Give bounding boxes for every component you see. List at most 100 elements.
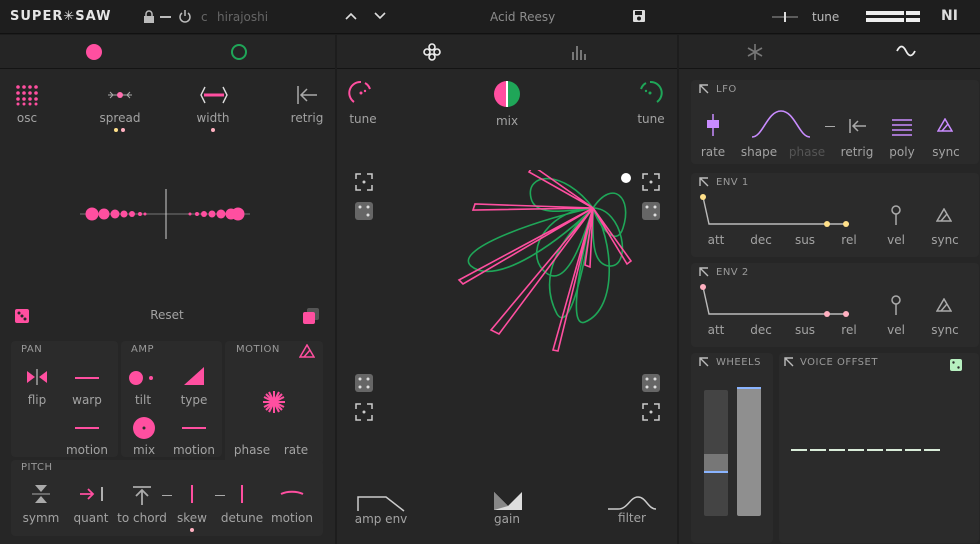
focus-frame-icon[interactable] (642, 403, 660, 421)
pan-motion-slider[interactable] (75, 427, 99, 429)
scale-name[interactable]: hirajoshi (217, 10, 268, 24)
env1-dec-label: dec (750, 233, 772, 247)
lfo-phase-label: phase (788, 145, 826, 159)
env2-vel-label: vel (887, 323, 905, 337)
env2-sync-label: sync (931, 323, 959, 337)
sync-icon[interactable] (299, 344, 315, 358)
symm-icon[interactable] (32, 484, 50, 504)
flip-icon[interactable] (26, 369, 48, 385)
env2-display[interactable] (697, 281, 857, 319)
expand-corner-icon[interactable] (699, 267, 709, 277)
env1-rel-label: rel (841, 233, 857, 247)
dice-icon[interactable] (15, 309, 29, 323)
lfo-card: LFO rate shape phase retrig poly sync (691, 80, 979, 164)
lfo-sync-icon[interactable] (937, 118, 953, 132)
minimize-icon[interactable] (160, 16, 171, 18)
pitch-wheel[interactable] (704, 390, 728, 516)
gain-icon[interactable] (493, 491, 523, 511)
tab-bars-icon[interactable] (572, 44, 588, 60)
expand-corner-icon[interactable] (699, 84, 709, 94)
skew-slider[interactable] (191, 485, 193, 503)
tune-label: tune (812, 10, 840, 24)
spread-icon[interactable] (108, 89, 132, 101)
chevron-down-icon[interactable] (373, 10, 387, 22)
amp-motion-slider[interactable] (182, 427, 206, 429)
env1-display[interactable] (697, 191, 857, 229)
tab-asterisk-icon[interactable] (747, 44, 763, 60)
expand-corner-icon[interactable] (784, 357, 794, 367)
top-bar: SUPER✳SAW c hirajoshi Acid Reesy tune NI (0, 0, 980, 34)
env1-vel-icon[interactable] (890, 205, 902, 225)
poly-label: poly (889, 145, 915, 159)
gain-label: gain (494, 512, 520, 526)
dice-icon[interactable] (950, 359, 962, 371)
tune-knob-right[interactable] (637, 80, 663, 106)
env1-vel-label: vel (887, 233, 905, 247)
copy-icon[interactable] (303, 308, 319, 324)
env2-vel-icon[interactable] (890, 295, 902, 315)
dice-icon[interactable] (642, 374, 660, 392)
tab-osc-pink[interactable] (86, 44, 102, 60)
lock-icon[interactable] (142, 10, 156, 24)
chevron-up-icon[interactable] (344, 10, 358, 22)
voice-scope-display[interactable] (455, 170, 640, 352)
voice-spread-display[interactable] (80, 187, 250, 243)
power-icon[interactable] (178, 9, 192, 23)
expand-corner-icon[interactable] (699, 357, 709, 367)
mod-tab-row (679, 35, 980, 69)
retrig-icon[interactable] (296, 85, 318, 105)
mod-wheel[interactable] (737, 387, 761, 516)
env2-sync-icon[interactable] (936, 298, 952, 312)
amp-env-icon[interactable] (357, 493, 407, 513)
width-dot (211, 128, 215, 132)
lfo-rate-slider[interactable] (705, 114, 721, 136)
lfo-retrig-label: retrig (840, 145, 874, 159)
mix-knob[interactable] (494, 81, 520, 107)
lfo-retrig-icon[interactable] (849, 118, 867, 134)
filter-icon[interactable] (607, 495, 657, 511)
focus-frame-icon[interactable] (355, 403, 373, 421)
mix-circle-icon[interactable] (132, 416, 156, 440)
lfo-shape-display[interactable] (751, 110, 811, 138)
reset-button[interactable]: Reset (150, 308, 184, 322)
dice-icon[interactable] (355, 374, 373, 392)
tune-knob-left[interactable] (348, 80, 374, 106)
tune-left-label: tune (349, 112, 377, 126)
tab-osc-green[interactable] (231, 44, 247, 60)
type-icon[interactable] (183, 366, 205, 386)
width-icon[interactable] (200, 85, 228, 105)
poly-icon[interactable] (892, 118, 912, 136)
env2-card: ENV 2 att dec sus rel vel sync (691, 263, 979, 347)
symm-label: symm (22, 511, 60, 525)
center-tab-row (337, 35, 677, 69)
tune-slider-icon[interactable] (772, 10, 798, 24)
detune-slider[interactable] (241, 485, 243, 503)
env1-sync-label: sync (931, 233, 959, 247)
tab-modulation-icon[interactable] (423, 43, 441, 61)
focus-frame-icon[interactable] (642, 173, 660, 191)
focus-frame-icon[interactable] (355, 173, 373, 191)
key-note[interactable]: c (201, 10, 208, 24)
quant-icon[interactable] (79, 486, 105, 502)
dice-icon[interactable] (355, 202, 373, 220)
expand-corner-icon[interactable] (699, 177, 709, 187)
warp-slider[interactable] (75, 377, 99, 379)
lfo-sync-label: sync (932, 145, 960, 159)
to-chord-icon[interactable] (132, 485, 152, 505)
tilt-icon[interactable] (128, 370, 156, 386)
env2-rel-label: rel (841, 323, 857, 337)
save-icon[interactable] (632, 9, 646, 23)
wheels-title: WHEELS (716, 357, 761, 368)
tab-wave-icon[interactable] (896, 45, 916, 57)
voice-offset-steps[interactable] (791, 448, 951, 452)
motion-card: MOTION phase rate (225, 341, 323, 465)
osc-grid-icon[interactable] (15, 84, 39, 106)
pitch-title: PITCH (21, 462, 53, 473)
dice-icon[interactable] (642, 202, 660, 220)
flip-label: flip (27, 393, 47, 407)
starburst-icon[interactable] (262, 390, 286, 414)
spread-label: spread (99, 111, 141, 125)
pitch-motion-icon[interactable] (280, 488, 304, 500)
env1-sync-icon[interactable] (936, 208, 952, 222)
preset-name[interactable]: Acid Reesy (490, 10, 555, 24)
